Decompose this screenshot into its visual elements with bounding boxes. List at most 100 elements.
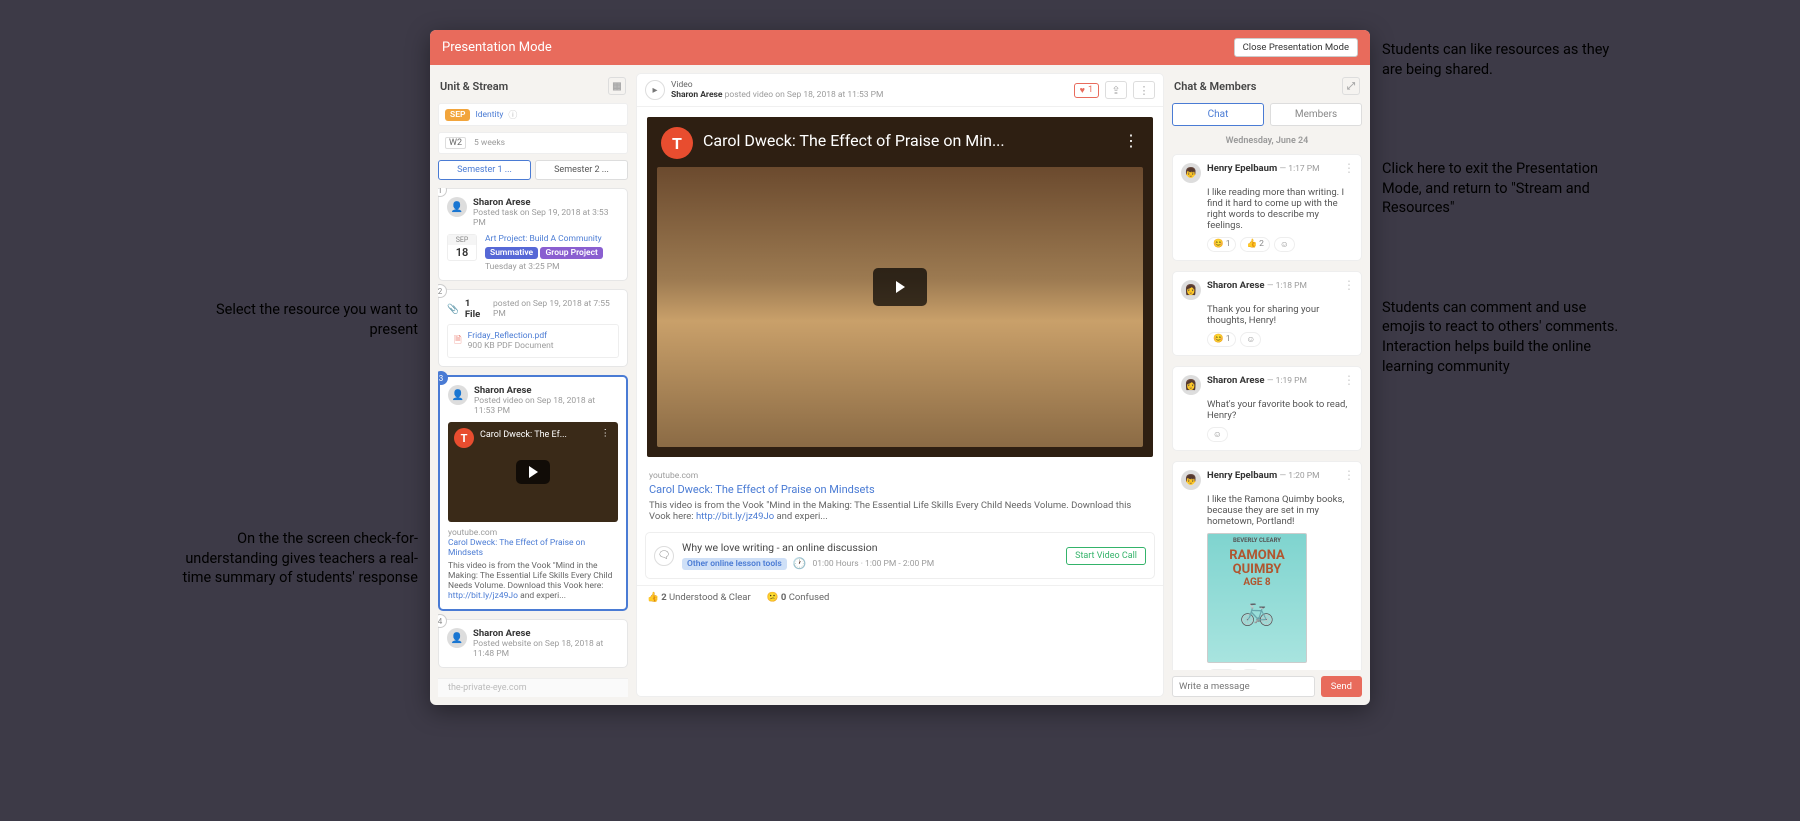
more-icon[interactable]: ⋮ — [1343, 373, 1355, 387]
play-icon[interactable] — [873, 268, 927, 306]
unit-row[interactable]: SEP Identity ⓘ — [438, 103, 628, 126]
callout-select-resource: Select the resource you want to present — [178, 300, 418, 339]
avatar: 👦 — [1181, 470, 1201, 490]
more-icon[interactable]: ⋮ — [601, 428, 611, 439]
tab-semester-1[interactable]: Semester 1 ... — [438, 160, 531, 180]
titlebar: Presentation Mode Close Presentation Mod… — [430, 30, 1370, 65]
thumb-title: Carol Dweck: The Ef... — [480, 430, 567, 440]
grid-icon[interactable]: ▦ — [608, 77, 626, 95]
stream-card-website[interactable]: 4 👤 Sharon Arese Posted website on Sep 1… — [438, 619, 628, 668]
avatar: 👤 — [447, 197, 467, 217]
video-thumbnail[interactable]: T Carol Dweck: The Ef... ⋮ — [448, 422, 618, 522]
video-title: Carol Dweck: The Effect of Praise on Min… — [703, 131, 1005, 150]
chat-date: Wednesday, June 24 — [1172, 136, 1362, 146]
video-player[interactable]: T Carol Dweck: The Effect of Praise on M… — [647, 117, 1153, 457]
video-frame — [657, 167, 1143, 447]
add-reaction-icon[interactable]: ☺ — [1240, 332, 1261, 347]
avatar: 👤 — [447, 628, 467, 648]
paperclip-icon: 📎 — [447, 304, 459, 315]
start-video-call-button[interactable]: Start Video Call — [1066, 547, 1146, 565]
tab-members[interactable]: Members — [1270, 103, 1362, 126]
reaction[interactable]: 👍 2 — [1240, 237, 1269, 252]
presentation-panel: ▸ Video Sharon Arese posted video on Sep… — [636, 73, 1164, 697]
video-link[interactable]: Carol Dweck: The Effect of Praise on Min… — [448, 538, 618, 558]
tab-chat[interactable]: Chat — [1172, 103, 1264, 126]
more-icon[interactable]: ⋮ — [1343, 278, 1355, 292]
avatar: 👩 — [1181, 280, 1201, 300]
msg-time: — 1:18 PM — [1267, 281, 1307, 291]
pill-group: Group Project — [540, 247, 602, 259]
unit-duration: 5 weeks — [474, 138, 505, 148]
file-size: 900 KB PDF Document — [468, 341, 554, 351]
more-icon[interactable]: ⋮ — [1133, 81, 1155, 99]
discussion-time: 01:00 Hours · 1:00 PM - 2:00 PM — [812, 559, 934, 569]
msg-author: Sharon Arese — [1207, 375, 1265, 386]
share-icon[interactable]: ⇪ — [1105, 81, 1127, 99]
card-meta: Posted website on Sep 18, 2018 at 11:48 … — [473, 639, 619, 659]
content-meta: posted video on Sep 18, 2018 at 11:53 PM — [723, 90, 884, 100]
card-author: Sharon Arese — [473, 628, 531, 639]
add-reaction-icon[interactable]: ☺ — [1207, 427, 1228, 442]
video-url[interactable]: http://bit.ly/jz49Jo — [696, 511, 774, 522]
msg-time: — 1:20 PM — [1280, 471, 1320, 481]
card-number: 1 — [438, 188, 447, 197]
reaction[interactable]: 😊 1 — [1207, 237, 1236, 252]
footer-url: the-private-eye.com — [438, 678, 628, 697]
callout-cfu: On the the screen check-for-understandin… — [178, 529, 418, 588]
avatar: 👤 — [448, 385, 468, 405]
unit-badge: SEP — [445, 109, 470, 121]
callout-like: Students can like resources as they are … — [1382, 40, 1622, 79]
video-source: youtube.com — [448, 528, 618, 538]
msg-text: Thank you for sharing your thoughts, Hen… — [1207, 304, 1353, 326]
expand-icon[interactable]: ⤢ — [1342, 77, 1360, 95]
stream-card-video[interactable]: 3 👤 Sharon Arese Posted video on Sep 18,… — [438, 375, 628, 611]
file-attachment[interactable]: 🗎 Friday_Reflection.pdf 900 KB PDF Docum… — [447, 324, 619, 358]
content-type: Video — [671, 80, 1068, 90]
unit-stream-panel: Unit & Stream ▦ SEP Identity ⓘ W2 5 week… — [438, 73, 628, 697]
file-meta: posted on Sep 19, 2018 at 7:55 PM — [493, 299, 619, 319]
stream-card-task[interactable]: 1 👤 Sharon Arese Posted task on Sep 19, … — [438, 188, 628, 281]
unit-name: Identity — [475, 110, 503, 120]
avatar: 👩 — [1181, 375, 1201, 395]
task-due: Tuesday at 3:25 PM — [485, 262, 619, 272]
more-icon[interactable]: ⋮ — [1343, 161, 1355, 175]
card-number: 2 — [438, 284, 447, 298]
chat-message: ⋮ 👦Henry Epelbaum — 1:17 PM I like readi… — [1172, 154, 1362, 261]
cfu-confused: 😕 0 Confused — [767, 592, 830, 603]
cfu-bar: 👍 2 Understood & Clear 😕 0 Confused — [637, 585, 1163, 609]
discussion-card: 🗨 Why we love writing - an online discus… — [645, 532, 1155, 579]
book-cover: BEVERLY CLEARY RAMONA QUIMBY AGE 8 🚲 — [1207, 533, 1307, 663]
stream-card-file[interactable]: 2 📎 1 File posted on Sep 19, 2018 at 7:5… — [438, 289, 628, 367]
discussion-title: Why we love writing - an online discussi… — [682, 541, 1058, 554]
reaction[interactable]: 😊 1 — [1207, 669, 1236, 670]
tab-semester-2[interactable]: Semester 2 ... — [535, 160, 628, 180]
reaction[interactable]: 😊 1 — [1207, 332, 1236, 347]
msg-author: Sharon Arese — [1207, 280, 1265, 291]
close-presentation-button[interactable]: Close Presentation Mode — [1234, 38, 1358, 57]
video-link[interactable]: Carol Dweck: The Effect of Praise on Min… — [649, 483, 1151, 496]
discussion-tag: Other online lesson tools — [682, 558, 787, 570]
msg-text: I like reading more than writing. I find… — [1207, 187, 1353, 231]
date-box: SEP 18 — [447, 234, 477, 261]
pill-summative: Summative — [485, 247, 538, 259]
more-icon[interactable]: ⋮ — [1123, 131, 1139, 150]
channel-badge-icon: T — [661, 127, 693, 159]
clock-icon: 🕐 — [793, 557, 807, 570]
like-button[interactable]: ♥ 1 — [1074, 83, 1099, 98]
task-title: Art Project: Build A Community — [485, 234, 619, 244]
cfu-understood: 👍 2 Understood & Clear — [647, 592, 751, 603]
msg-time: — 1:19 PM — [1267, 376, 1307, 386]
chat-input[interactable] — [1172, 676, 1315, 697]
play-icon[interactable] — [516, 460, 550, 484]
channel-badge-icon: T — [454, 428, 474, 448]
chat-message: ⋮ 👩 Sharon Arese — 1:18 PM Thank you for … — [1172, 271, 1362, 356]
video-type-icon: ▸ — [645, 80, 665, 100]
titlebar-title: Presentation Mode — [442, 40, 552, 55]
content-author: Sharon Arese — [671, 90, 723, 100]
card-number: 3 — [438, 371, 448, 385]
msg-author: Henry Epelbaum — [1207, 470, 1277, 481]
more-icon[interactable]: ⋮ — [1343, 468, 1355, 482]
send-button[interactable]: Send — [1321, 676, 1362, 697]
add-reaction-icon[interactable]: ☺ — [1274, 237, 1295, 252]
add-reaction-icon[interactable]: ☺ — [1240, 669, 1261, 670]
